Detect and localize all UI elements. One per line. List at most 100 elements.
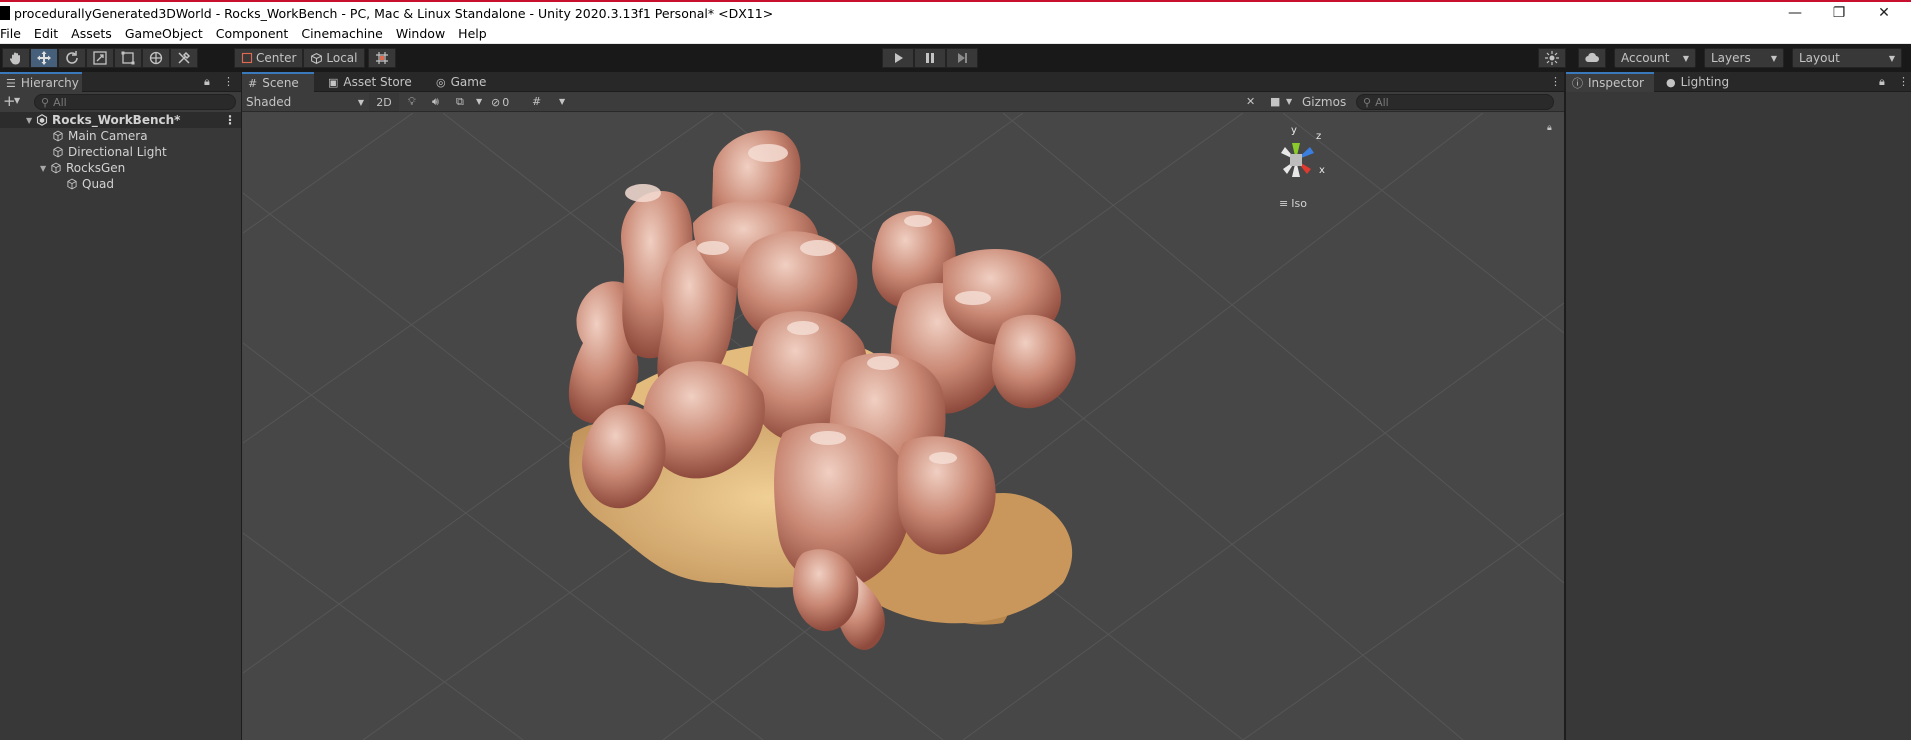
game-tab-label: Game [450,75,487,89]
scene-search-input[interactable]: ⚲ All [1356,94,1554,110]
inspector-panel: ⓘ Inspector ● Lighting 🔒︎ ⋮ [1564,72,1911,740]
space-label: Local [326,51,358,65]
cloud-button[interactable] [1578,48,1606,68]
chevron-down-icon: ▼ [357,97,364,107]
scene-panel: # Scene ▣ Asset Store ◎ Game ⋮ Shaded ▼ … [241,72,1565,740]
hierarchy-tab-label: Hierarchy [20,76,79,90]
info-icon: ⓘ [1572,77,1583,90]
more-options-icon[interactable]: ⋮ [224,113,236,127]
camera-icon[interactable]: ■ [1270,95,1280,108]
shading-mode-dropdown[interactable]: Shaded ▼ [246,93,364,111]
axis-x-label: x [1319,165,1325,176]
gameobject-cube-icon [67,178,77,190]
more-options-icon[interactable]: ⋮ [1898,75,1909,88]
audio-speaker-icon[interactable]: 🔊︎ [432,95,439,109]
expand-arrow-icon[interactable]: ▼ [26,116,36,125]
menu-edit[interactable]: Edit [34,26,58,41]
grid-snap-icon [376,52,388,64]
account-dropdown[interactable]: Account ▼ [1614,48,1696,68]
play-button[interactable] [882,48,914,68]
lock-icon[interactable]: 🔒︎ [1547,123,1552,133]
hierarchy-item-quad[interactable]: Quad [0,176,241,192]
menu-lines-icon: ≡ [1279,197,1289,210]
scene-viewport[interactable]: y z x 🔒︎ ≡ Iso [243,113,1564,740]
scale-tool-button[interactable] [86,48,114,68]
menu-file[interactable]: File [0,26,21,41]
hierarchy-item-directional-light[interactable]: Directional Light [0,144,241,160]
grid-snap-button[interactable] [368,48,396,68]
projection-toggle[interactable]: ≡ Iso [1279,197,1307,210]
pause-button[interactable] [914,48,946,68]
unity-scene-icon [36,114,48,126]
mode-2d-label: 2D [376,95,392,109]
tools-icon [178,51,191,64]
cloud-group [1578,48,1606,68]
tab-hierarchy[interactable]: ☰ Hierarchy [0,72,82,92]
asset-store-tab-label: Asset Store [343,75,412,89]
chevron-down-icon[interactable]: ▼ [1286,97,1292,106]
menu-component[interactable]: Component [216,26,289,41]
axis-z-label: z [1316,131,1322,142]
menu-gameobject[interactable]: GameObject [125,26,203,41]
menu-cinemachine[interactable]: Cinemachine [301,26,383,41]
toggle-2d-button[interactable]: 2D [369,93,399,111]
title-bar: procedurallyGenerated3DWorld - Rocks_Wor… [0,0,1911,24]
rect-tool-button[interactable] [114,48,142,68]
scene-render [243,113,1564,740]
step-button[interactable] [946,48,978,68]
tools-icon[interactable]: ✕ [1246,95,1255,108]
gizmos-label: Gizmos [1302,95,1347,109]
chevron-down-icon[interactable]: ▼ [14,96,20,105]
transform-tools [2,48,198,68]
menu-window[interactable]: Window [396,26,445,41]
pivot-center-toggle[interactable]: Center [234,48,304,68]
expand-arrow-icon[interactable]: ▼ [40,164,50,173]
scene-toolbar: Shaded ▼ 2D 💡︎ 🔊︎ ⧉ ▼ ⊘ 0 # ▼ ✕ ■ ▼ Gizm… [242,92,1565,112]
menu-assets[interactable]: Assets [71,26,112,41]
lock-icon[interactable]: 🔒︎ [204,75,210,89]
layout-dropdown[interactable]: Layout ▼ [1792,48,1902,68]
maximize-button[interactable]: ❐ [1816,2,1862,24]
chevron-down-icon[interactable]: ▼ [476,97,482,106]
unity-app-icon [0,6,10,20]
gameobject-cube-icon [53,130,63,142]
tab-asset-store[interactable]: ▣ Asset Store [322,72,418,92]
grid-icon[interactable]: # [532,95,541,108]
snap-group [368,48,396,68]
pivot-label: Center [256,51,297,65]
hierarchy-item-main-camera[interactable]: Main Camera [0,128,241,144]
hand-icon [9,52,20,65]
tab-lighting[interactable]: ● Lighting [1660,72,1735,92]
tab-inspector[interactable]: ⓘ Inspector [1566,72,1654,92]
move-tool-button[interactable] [30,48,58,68]
lightbulb-icon[interactable]: 💡︎ [408,95,416,109]
layers-dropdown[interactable]: Layers ▼ [1704,48,1784,68]
pivot-space-toggle[interactable]: Local [303,48,365,68]
minimize-button[interactable]: — [1772,2,1818,24]
hierarchy-search-input[interactable]: ⚲ All [34,94,236,110]
scene-tab-bar: # Scene ▣ Asset Store ◎ Game ⋮ [242,72,1565,92]
pivot-group: Center Local [234,48,365,68]
gameobject-cube-icon [53,146,63,158]
more-options-icon[interactable]: ⋮ [1550,75,1561,88]
scene-root-item[interactable]: ▼ Rocks_WorkBench* ⋮ [0,112,241,128]
hand-tool-button[interactable] [2,48,30,68]
effects-layers-icon[interactable]: ⧉ [456,95,464,109]
custom-tool-button[interactable] [170,48,198,68]
hierarchy-item-rocksgen[interactable]: ▼ RocksGen [0,160,241,176]
close-button[interactable]: ✕ [1861,2,1907,24]
lock-icon[interactable]: 🔒︎ [1879,75,1885,89]
rotate-tool-button[interactable] [58,48,86,68]
play-icon [895,53,903,63]
unity-collab-button[interactable] [1538,48,1566,68]
orientation-gizmo[interactable]: y z x [1261,125,1331,195]
inspector-tab-label: Inspector [1588,76,1644,90]
tab-scene[interactable]: # Scene [242,72,314,92]
chevron-down-icon[interactable]: ▼ [559,97,565,106]
tab-game[interactable]: ◎ Game [430,72,492,92]
more-options-icon[interactable]: ⋮ [223,75,234,88]
menu-help[interactable]: Help [458,26,487,41]
scene-visibility-toggle[interactable]: ⊘ 0 [491,93,509,111]
hierarchy-panel: ☰ Hierarchy 🔒︎ ⋮ + ▼ ⚲ All ▼ Rocks_WorkB… [0,72,241,740]
transform-tool-button[interactable] [142,48,170,68]
